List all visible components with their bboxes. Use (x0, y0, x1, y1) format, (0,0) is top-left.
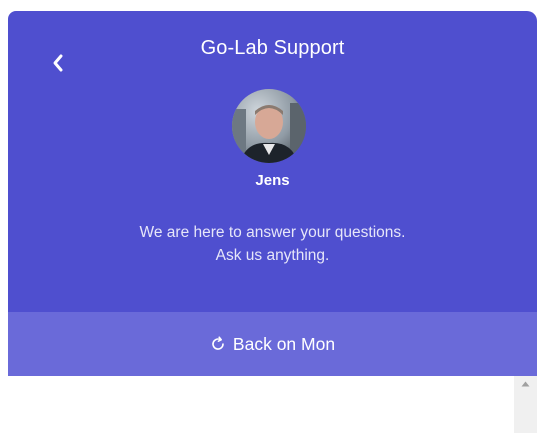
welcome-message: We are here to answer your questions. As… (8, 221, 537, 267)
chat-widget: Go-Lab Support Jens We are here to answe… (8, 11, 537, 433)
agent-name: Jens (255, 172, 290, 189)
scrollbar[interactable] (514, 376, 537, 433)
chat-title: Go-Lab Support (200, 37, 345, 59)
reload-icon (210, 336, 226, 352)
conversation-area (8, 376, 537, 433)
availability-status: Back on Mon (8, 312, 537, 376)
welcome-line: We are here to answer your questions. (139, 224, 406, 241)
chat-header: Go-Lab Support Jens We are here to answe… (8, 11, 537, 312)
avatar (232, 89, 306, 163)
status-text: Back on Mon (232, 333, 336, 354)
welcome-line: Ask us anything. (215, 247, 330, 264)
scroll-up-arrow-icon[interactable] (514, 376, 537, 392)
